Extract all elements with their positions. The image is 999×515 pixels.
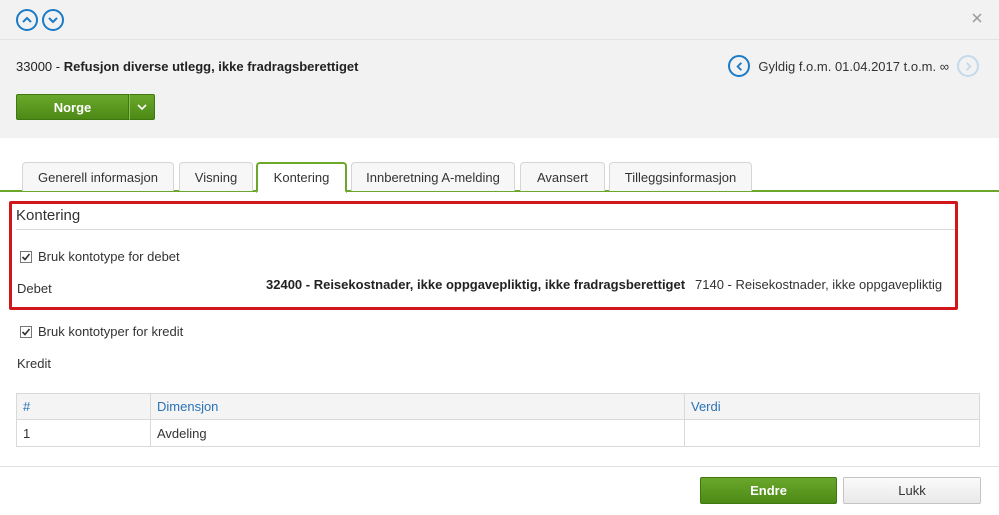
tab-tilleggsinformasjon[interactable]: Tilleggsinformasjon bbox=[609, 162, 752, 191]
chevron-right-icon[interactable] bbox=[957, 55, 979, 77]
record-code: 33000 bbox=[16, 59, 53, 74]
debet-checkbox-label: Bruk kontotype for debet bbox=[38, 249, 180, 264]
table-row[interactable]: 1 Avdeling bbox=[16, 419, 980, 447]
tab-innberetning-a-melding[interactable]: Innberetning A-melding bbox=[351, 162, 515, 191]
debet-account-type: 7140 - Reisekostnader, ikke oppgaveplikt… bbox=[695, 277, 943, 292]
chevron-up-icon[interactable] bbox=[16, 9, 38, 31]
table-header-row: # Dimensjon Verdi bbox=[16, 393, 980, 420]
cell-number: 1 bbox=[16, 419, 151, 447]
tab-kontering[interactable]: Kontering bbox=[256, 162, 347, 193]
close-button[interactable]: Lukk bbox=[843, 477, 981, 504]
title-separator: - bbox=[52, 59, 64, 74]
record-header: 33000 - Refusjon diverse utlegg, ikke fr… bbox=[0, 40, 999, 138]
footer-bar: Endre Lukk bbox=[0, 466, 999, 515]
chevron-left-icon[interactable] bbox=[728, 55, 751, 77]
country-button[interactable]: Norge bbox=[16, 94, 129, 120]
record-name: Refusjon diverse utlegg, ikke fradragsbe… bbox=[63, 59, 359, 74]
debet-label: Debet bbox=[17, 281, 52, 296]
edit-button[interactable]: Endre bbox=[700, 477, 837, 504]
tab-visning[interactable]: Visning bbox=[179, 162, 253, 191]
dimension-table: # Dimensjon Verdi 1 Avdeling bbox=[16, 393, 980, 447]
checkbox-checked-icon bbox=[20, 250, 32, 263]
debet-checkbox[interactable]: Bruk kontotype for debet bbox=[20, 249, 180, 264]
validity-navigator: Gyldig f.o.m. 01.04.2017 t.o.m. ∞ bbox=[728, 54, 979, 78]
tab-bar: Generell informasjon Visning Kontering I… bbox=[0, 162, 999, 193]
column-header-number[interactable]: # bbox=[16, 393, 151, 420]
country-dropdown-button[interactable] bbox=[129, 94, 155, 120]
chevron-down-icon[interactable] bbox=[42, 9, 64, 31]
kredit-checkbox[interactable]: Bruk kontotyper for kredit bbox=[20, 324, 183, 339]
cell-dimensjon: Avdeling bbox=[150, 419, 685, 447]
cell-verdi[interactable] bbox=[684, 419, 980, 447]
kontering-section: Kontering bbox=[16, 207, 956, 230]
kredit-checkbox-label: Bruk kontotyper for kredit bbox=[38, 324, 184, 339]
column-header-dimensjon[interactable]: Dimensjon bbox=[150, 393, 685, 420]
page-title: 33000 - Refusjon diverse utlegg, ikke fr… bbox=[16, 59, 358, 74]
close-icon[interactable] bbox=[969, 10, 985, 26]
tab-avansert[interactable]: Avansert bbox=[520, 162, 605, 191]
section-title: Kontering bbox=[16, 207, 956, 230]
caret-down-icon bbox=[137, 104, 147, 111]
top-bar bbox=[0, 0, 999, 40]
column-header-verdi[interactable]: Verdi bbox=[684, 393, 980, 420]
checkbox-checked-icon bbox=[20, 325, 32, 338]
debet-account: 32400 - Reisekostnader, ikke oppgaveplik… bbox=[266, 277, 686, 292]
validity-text: Gyldig f.o.m. 01.04.2017 t.o.m. ∞ bbox=[758, 58, 949, 74]
kredit-label: Kredit bbox=[17, 356, 51, 371]
tab-generell-informasjon[interactable]: Generell informasjon bbox=[22, 162, 174, 191]
country-split-button: Norge bbox=[16, 94, 155, 120]
